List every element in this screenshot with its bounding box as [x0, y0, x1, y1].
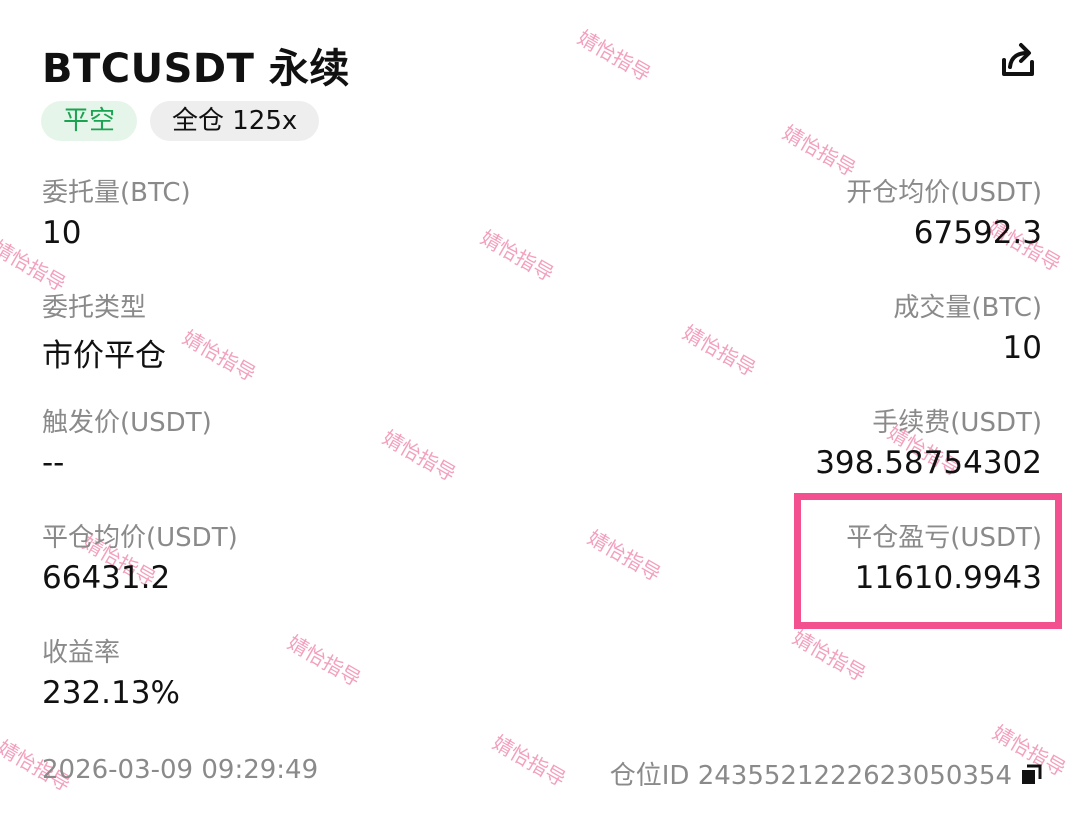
- fee-label: 手续费(USDT): [872, 408, 1042, 438]
- order-type-value: 市价平仓: [42, 338, 166, 374]
- page-title: BTCUSDT 永续: [42, 46, 350, 92]
- roi-label: 收益率: [42, 638, 121, 668]
- fee-value: 398.58754302: [815, 445, 1042, 481]
- open-avg-price-value: 67592.3: [913, 215, 1042, 251]
- side-tag: 平空: [41, 101, 138, 141]
- margin-mode-tag: 全仓 125x: [150, 101, 320, 141]
- copy-icon[interactable]: [1020, 764, 1042, 786]
- order-type-label: 委托类型: [42, 293, 147, 323]
- trigger-price-value: --: [42, 445, 65, 481]
- filled-qty-label: 成交量(BTC): [893, 293, 1042, 323]
- open-avg-price-label: 开仓均价(USDT): [846, 178, 1042, 208]
- position-id-row: 仓位ID 2435521222623050354: [610, 755, 1042, 792]
- close-avg-price-label: 平仓均价(USDT): [42, 523, 238, 553]
- filled-qty-value: 10: [1002, 330, 1042, 366]
- share-icon[interactable]: [998, 40, 1038, 80]
- watermark: 婧怡指导: [488, 730, 570, 792]
- watermark: 婧怡指导: [476, 225, 558, 287]
- timestamp: 2026-03-09 09:29:49: [42, 755, 319, 785]
- watermark: 婧怡指导: [178, 325, 260, 387]
- watermark: 婧怡指导: [378, 425, 460, 487]
- roi-value: 232.13%: [42, 675, 180, 711]
- order-qty-value: 10: [42, 215, 82, 251]
- close-pnl-value: 11610.9943: [854, 560, 1042, 596]
- trigger-price-label: 触发价(USDT): [42, 408, 212, 438]
- order-qty-label: 委托量(BTC): [42, 178, 191, 208]
- close-pnl-label: 平仓盈亏(USDT): [846, 523, 1042, 553]
- watermark: 婧怡指导: [788, 625, 870, 687]
- watermark: 婧怡指导: [573, 25, 655, 87]
- watermark: 婧怡指导: [283, 630, 365, 692]
- watermark: 婧怡指导: [583, 525, 665, 587]
- close-avg-price-value: 66431.2: [42, 560, 171, 596]
- watermark: 婧怡指导: [678, 320, 760, 382]
- position-id: 仓位ID 2435521222623050354: [609, 761, 1012, 791]
